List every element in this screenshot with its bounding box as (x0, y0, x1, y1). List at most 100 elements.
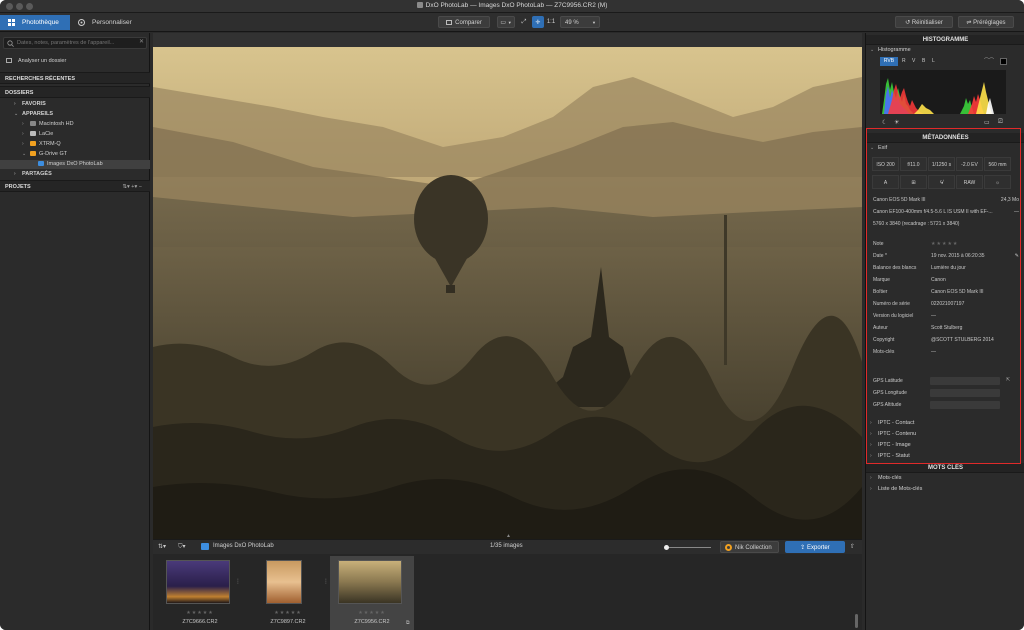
thumbnail-name: Z7C9956.CR2 (354, 619, 390, 625)
more-options-icon[interactable]: ⋮ (323, 578, 329, 585)
right-panel: HISTOGRAMME ⌄ Histogramme RVB R V B L ⌒⌒ … (865, 33, 1024, 630)
histogram-header[interactable]: HISTOGRAMME (866, 35, 1024, 45)
chevron-right-icon: › (22, 121, 24, 127)
chevron-down-icon: ⌄ (870, 47, 875, 53)
folder-images-dxo[interactable]: Images DxO PhotoLab (0, 160, 150, 169)
folders-header[interactable]: DOSSIERS (0, 86, 150, 98)
tab-personnaliser[interactable]: Personnaliser (70, 15, 140, 30)
fit-screen-button[interactable]: ⤢ (518, 16, 530, 28)
exif-subheader[interactable]: ⌄ Exif (870, 144, 1020, 153)
image-count: 1/35 images (490, 543, 523, 549)
devices-item[interactable]: ⌄ APPAREILS (0, 110, 150, 119)
thumbnail-item-selected[interactable]: ★★★★★ Z7C9956.CR2 ⧉ (330, 556, 414, 630)
meta-field-copyright: Copyright @SCOTT STULBERG 2014 (873, 337, 994, 343)
remove-icon: − (138, 184, 142, 190)
compare-button[interactable]: Comparer (438, 16, 490, 28)
folder-scan-icon (6, 58, 12, 63)
palette-icon (78, 19, 85, 26)
thumbnail-size-slider[interactable] (664, 545, 711, 550)
favorites-item[interactable]: › FAVORIS (0, 100, 150, 109)
thumbnail-image (266, 560, 302, 604)
volume-lacie[interactable]: › LaCie (0, 130, 150, 139)
analyze-folder-button[interactable]: Analyser un dossier (0, 57, 150, 66)
ratio-button[interactable]: 1:1 (545, 16, 557, 28)
sliders-icon: ⇌ (966, 20, 972, 26)
rating-stars[interactable]: ★★★★★ (246, 610, 330, 616)
monitor-icon[interactable]: ▭ (984, 119, 990, 126)
sort-button[interactable]: ⇅▾ (158, 543, 166, 550)
edit-pencil-icon[interactable]: ✎ (1015, 252, 1019, 260)
iptc-contact-section[interactable]: › IPTC - Contact (870, 419, 1020, 428)
more-options-icon[interactable]: ⋮ (235, 578, 241, 585)
presets-button[interactable]: ⇌ Préréglages (958, 16, 1014, 28)
export-button[interactable]: ⇪ Exporter (785, 541, 845, 553)
metadata-header[interactable]: MÉTADONNÉES (866, 133, 1024, 143)
iptc-contenu-section[interactable]: › IPTC - Contenu (870, 430, 1020, 439)
gps-altitude-input[interactable] (930, 401, 1000, 409)
projects-actions[interactable]: ⇅▾ +▾ − (122, 181, 142, 193)
projects-header[interactable]: PROJETS ⇅▾ +▾ − (0, 180, 150, 192)
sun-icon[interactable]: ☀ (894, 119, 899, 126)
chevron-right-icon: › (870, 475, 872, 481)
chevron-right-icon: › (22, 141, 24, 147)
chevron-right-icon: › (870, 442, 872, 448)
keywords-header[interactable]: MOTS CLÉS (866, 463, 1024, 473)
shared-item[interactable]: › PARTAGÉS (0, 170, 150, 179)
channel-b[interactable]: B (922, 57, 925, 66)
channel-v[interactable]: V (912, 57, 915, 66)
clip-warning-icon[interactable]: ⌒⌒ (984, 57, 994, 64)
histogram-graph (880, 70, 1006, 114)
gps-latitude-input[interactable] (930, 377, 1000, 385)
share-icon[interactable]: ⇧ (850, 543, 855, 550)
document-icon (416, 2, 423, 8)
volume-macintosh-hd[interactable]: › Macintosh HD (0, 120, 150, 129)
channel-r[interactable]: R (902, 57, 906, 66)
add-icon: +▾ (131, 184, 138, 190)
thumbnail-item[interactable]: ★★★★★ Z7C9666.CR2 ⋮ (158, 556, 242, 630)
volume-g-drive[interactable]: ⌄ G-Drive GT (0, 150, 150, 159)
clip-color-swatch[interactable] (1000, 58, 1007, 65)
scrollbar[interactable] (855, 614, 858, 628)
chevron-down-icon: ⌄ (14, 111, 19, 117)
sort-icon: ⇅▾ (158, 544, 167, 550)
thumbnail-item[interactable]: ★★★★★ Z7C9897.CR2 ⋮ (246, 556, 330, 630)
meta-field-wb: Balance des blancs Lumière du jour (873, 265, 966, 271)
search-input[interactable] (3, 37, 147, 49)
rating-stars[interactable]: ★★★★★ (330, 610, 414, 616)
moon-icon[interactable]: ☾ (882, 119, 887, 126)
histogram-subheader[interactable]: ⌄ Histogramme (870, 46, 1020, 55)
gps-longitude-input[interactable] (930, 389, 1000, 397)
filmstrip-toolbar: ⇅▾ ⛉▾ Images DxO PhotoLab 1/35 images Ni… (153, 539, 862, 554)
iptc-statut-section[interactable]: › IPTC - Statut (870, 452, 1020, 461)
slider-handle[interactable] (664, 545, 669, 550)
softproof-icon[interactable]: ⎚ (998, 119, 1003, 126)
keywords-section[interactable]: › Mots-clés (870, 474, 1020, 483)
exif-iso: ISO 200 (872, 157, 899, 171)
filter-button[interactable]: ⛉▾ (178, 543, 186, 551)
exif-shutter: 1/1250 s (928, 157, 955, 171)
main-photo (153, 47, 862, 553)
map-pin-icon[interactable]: ⇱ (1006, 377, 1010, 383)
nik-collection-button[interactable]: Nik Collection (720, 541, 779, 553)
iptc-image-section[interactable]: › IPTC - Image (870, 441, 1020, 450)
channel-l[interactable]: L (932, 57, 935, 66)
tab-phototheque[interactable]: Photothèque (0, 15, 70, 30)
keyword-list-section[interactable]: › Liste de Mots-clés (870, 485, 1020, 494)
move-tool-button[interactable]: ✛ (532, 16, 544, 28)
channel-rgb[interactable]: RVB (880, 57, 898, 66)
filmstrip: ★★★★★ Z7C9666.CR2 ⋮ ★★★★★ Z7C9897.CR2 ⋮ … (153, 554, 862, 630)
volume-xtrm-q[interactable]: › XTRM-Q (0, 140, 150, 149)
exif-format: RAW (956, 175, 983, 189)
display-mode-button[interactable]: ▭ ▼ (497, 16, 515, 28)
dimensions-row: 5760 x 3840 (recadrage : 5721 x 3840) (873, 221, 960, 227)
meta-field-date: Date * 19 nov. 2015 à 06:20:35 ✎ (873, 252, 1019, 260)
zoom-select[interactable]: 49 % ▼ (560, 16, 600, 28)
reset-button[interactable]: ↺ Réinitialiser (895, 16, 953, 28)
rating-stars[interactable]: ★★★★★ (158, 610, 242, 616)
clear-search-icon[interactable]: ✕ (139, 38, 144, 45)
image-viewer[interactable]: ▲ (153, 33, 862, 553)
exif-focal: 560 mm (984, 157, 1011, 171)
meta-field-body: Boîtier Canon EOS 5D Mark III (873, 289, 984, 295)
recent-searches-header[interactable]: RECHERCHES RÉCENTES (0, 72, 150, 84)
exif-mode: A (872, 175, 899, 189)
